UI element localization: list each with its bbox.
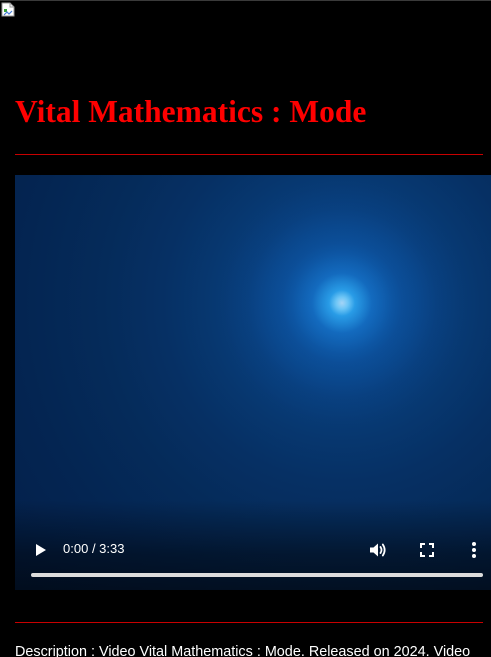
more-options-button[interactable]: [467, 539, 481, 561]
top-border: [0, 0, 491, 1]
page-title: Vital Mathematics : Mode: [15, 94, 367, 129]
more-vert-icon: [472, 542, 476, 558]
play-icon: [36, 544, 46, 556]
page: Vital Mathematics : Mode 0:00 / 3:33 Des…: [0, 0, 491, 657]
play-button[interactable]: [29, 539, 51, 561]
video-player[interactable]: 0:00 / 3:33: [15, 175, 491, 590]
seek-bar[interactable]: [31, 573, 483, 577]
fullscreen-button[interactable]: [416, 539, 438, 561]
time-display: 0:00 / 3:33: [63, 541, 124, 557]
broken-image-icon: [1, 2, 15, 17]
description-divider: [15, 622, 483, 623]
title-divider: [15, 154, 483, 155]
volume-icon: [370, 543, 386, 557]
duration: 3:33: [99, 541, 125, 556]
mute-button[interactable]: [367, 539, 389, 561]
current-time: 0:00: [63, 541, 89, 556]
fullscreen-icon: [420, 543, 434, 557]
video-description: Description : Video Vital Mathematics : …: [15, 644, 471, 657]
